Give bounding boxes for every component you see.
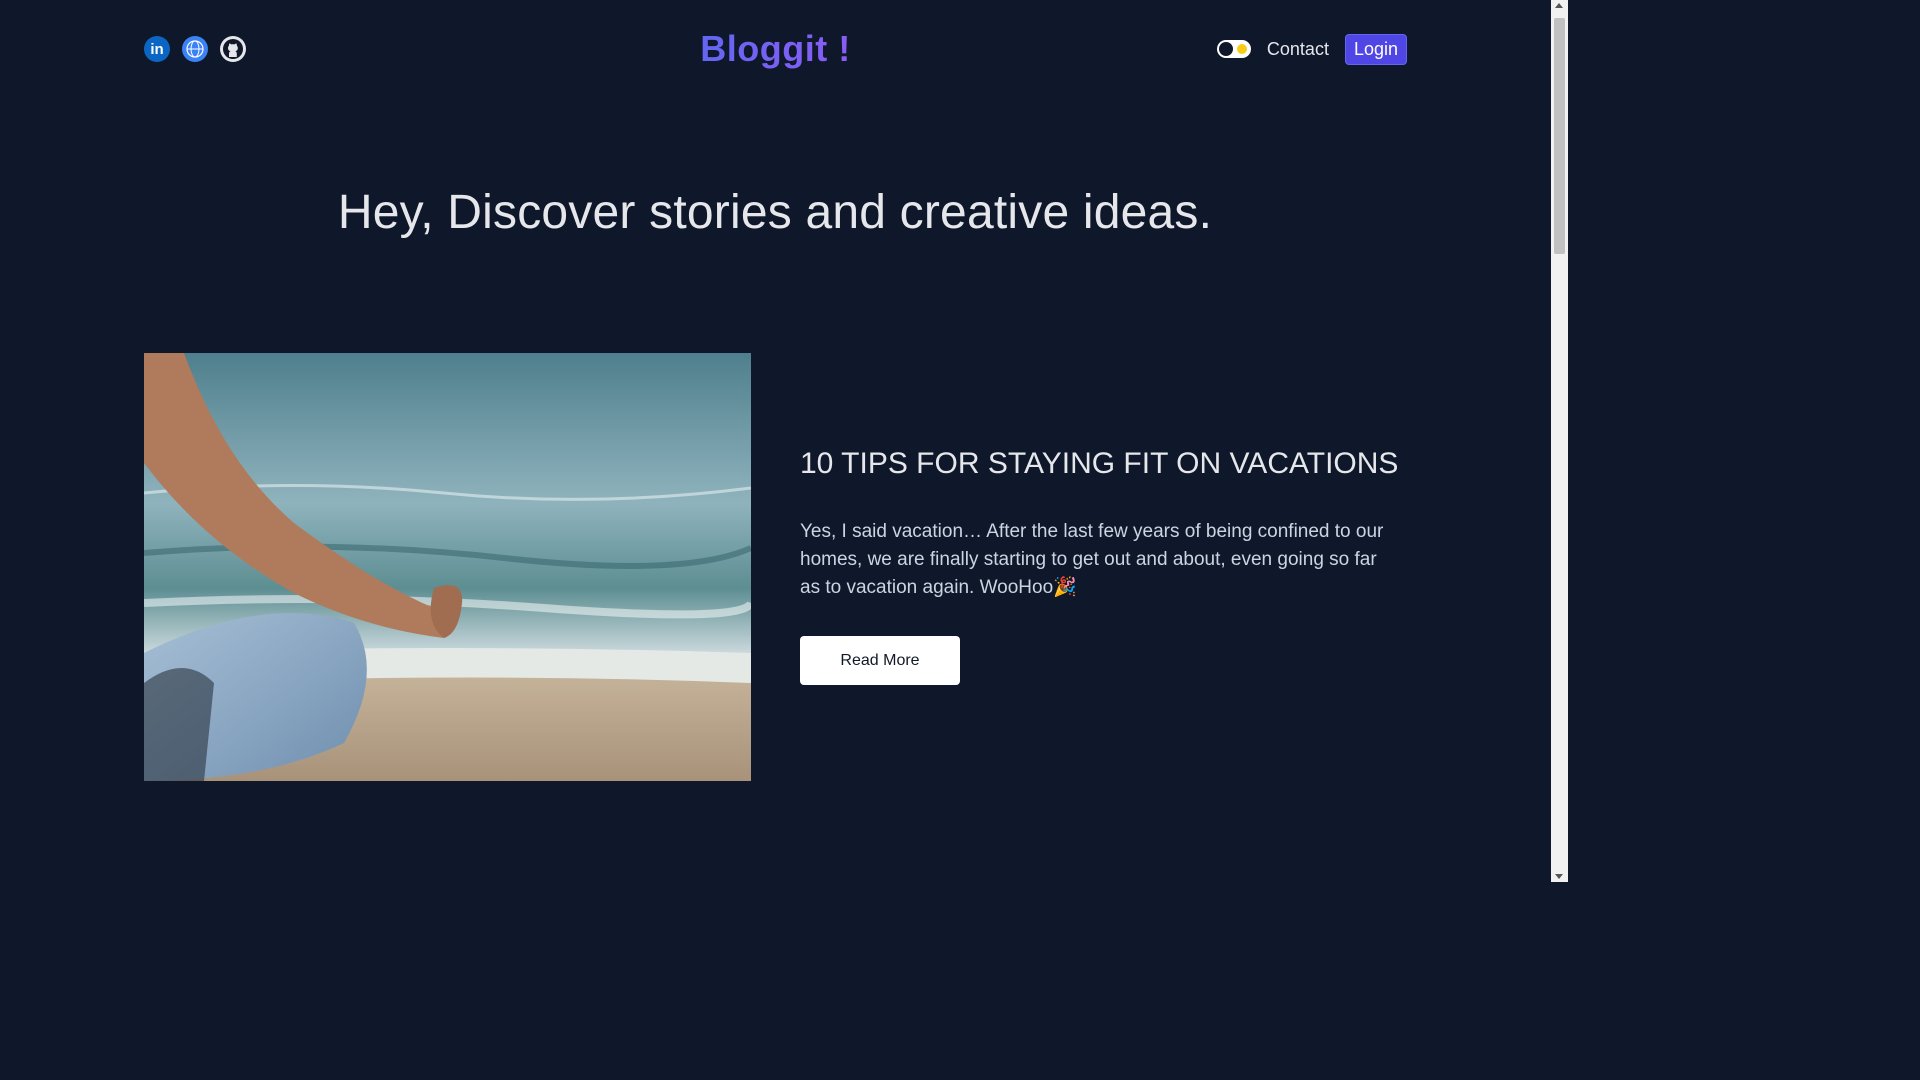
login-button[interactable]: Login: [1344, 33, 1407, 65]
site-header: in Bloggit ! Contact Login: [144, 28, 1407, 70]
www-globe-icon[interactable]: [182, 36, 208, 62]
github-icon[interactable]: [220, 36, 246, 62]
theme-toggle[interactable]: [1216, 40, 1251, 58]
contact-link[interactable]: Contact: [1267, 39, 1329, 60]
scroll-thumb[interactable]: [1554, 18, 1565, 254]
beach-meditation-image: [144, 353, 751, 781]
read-more-button[interactable]: Read More: [800, 636, 960, 685]
linkedin-icon[interactable]: in: [144, 36, 170, 62]
site-logo[interactable]: Bloggit !: [700, 28, 850, 70]
hero-headline: Hey, Discover stories and creative ideas…: [337, 186, 1213, 239]
header-actions: Contact Login: [1216, 33, 1407, 65]
post-excerpt: Yes, I said vacation… After the last few…: [800, 521, 1384, 598]
social-links: in: [144, 36, 246, 62]
github-graphic: [223, 39, 243, 59]
featured-post-image[interactable]: [144, 353, 751, 781]
vertical-scrollbar[interactable]: [1551, 0, 1568, 882]
scroll-up-arrow-icon[interactable]: [1555, 3, 1563, 8]
scroll-down-arrow-icon[interactable]: [1555, 874, 1563, 879]
sun-icon: [1236, 44, 1247, 54]
post-title[interactable]: 10 TIPS FOR STAYING FIT ON VACATIONS: [800, 447, 1398, 481]
globe-graphic: [186, 40, 204, 58]
toggle-knob: [1218, 42, 1233, 56]
